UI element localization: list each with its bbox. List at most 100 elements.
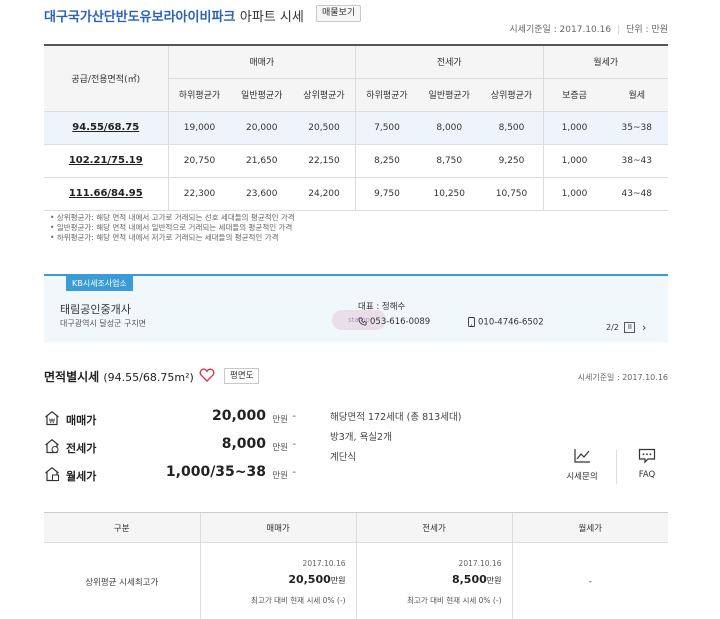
agent-phone-mobile[interactable]: 010-4746-6502 bbox=[468, 317, 544, 328]
monthly-unit: 만원 bbox=[272, 471, 288, 481]
subcol-header: 상위평균가 bbox=[293, 78, 356, 112]
table-cell: 43~48 bbox=[605, 177, 668, 211]
note-item: 상위평균가: 해당 면적 내에서 고가로 거래되는 선호 세대들의 평균적인 가… bbox=[50, 213, 295, 223]
mobile-icon bbox=[468, 317, 475, 327]
jeonse-house-icon bbox=[45, 439, 59, 454]
table-cell: 21,650 bbox=[230, 144, 293, 178]
jeonse-high-value-wrap: 8,500만원 bbox=[452, 573, 502, 586]
sale-value: 20,000 bbox=[211, 408, 266, 424]
jeonse-high-compare: 최고가 대비 현재 시세 0% (-) bbox=[407, 596, 502, 605]
table-cell: 7,500 bbox=[355, 111, 418, 145]
table-cell: 9,750 bbox=[355, 177, 418, 211]
jeonse-change: - bbox=[292, 439, 296, 450]
sale-high-value: 20,500 bbox=[288, 573, 331, 586]
svg-text:₩: ₩ bbox=[49, 418, 55, 425]
sale-change: - bbox=[292, 411, 296, 422]
phone-number: 053-616-0089 bbox=[370, 317, 431, 327]
col-jeonse-header: 전세가 bbox=[355, 512, 512, 543]
col-area-header: 공급/전용면적(㎡) bbox=[44, 44, 168, 112]
table-cell: 10,750 bbox=[480, 177, 543, 211]
area-link[interactable]: 94.55/68.75 bbox=[44, 111, 168, 145]
table-cell: 1,000 bbox=[542, 111, 606, 145]
agent-banner: KB시세조사업소 태림공인중개사 대구광역시 달성군 구지면 stamp 대표 … bbox=[44, 274, 668, 342]
table-cell: 8,500 bbox=[480, 111, 543, 145]
sale-label: 매매가 bbox=[66, 414, 97, 427]
agent-name[interactable]: 태림공인중개사 bbox=[60, 301, 131, 317]
sale-high-value-wrap: 20,500만원 bbox=[288, 573, 345, 586]
sale-high-compare: 최고가 대비 현재 시세 0% (-) bbox=[251, 596, 346, 605]
table-cell: 8,750 bbox=[418, 144, 481, 178]
agent-representative: 대표 : 정해수 bbox=[358, 302, 406, 312]
monthly-label: 월세가 bbox=[66, 470, 97, 483]
structure-info: 계단식 bbox=[330, 452, 357, 463]
note-item: 하위평균가: 해당 면적 내에서 저가로 거래되는 세대들의 평균적인 가격 bbox=[50, 233, 295, 243]
area-link[interactable]: 102.21/75.19 bbox=[44, 144, 168, 178]
unit-label: 단위 : 만원 bbox=[626, 25, 668, 35]
agent-phone-landline[interactable]: 053-616-0089 bbox=[358, 317, 430, 327]
group-jeonse-header: 전세가 bbox=[355, 44, 543, 79]
table-row[interactable]: 94.55/68.75 19,000 20,000 20,500 7,500 8… bbox=[44, 111, 668, 145]
monthly-change: - bbox=[292, 467, 296, 478]
chart-trend-icon bbox=[574, 449, 590, 463]
speech-bubble-icon bbox=[638, 448, 656, 464]
next-arrow-icon[interactable]: › bbox=[642, 322, 646, 333]
agent-tag: KB시세조사업소 bbox=[66, 276, 133, 291]
page-title: 대구국가산단반도유보라아이비파크 아파트 시세 bbox=[44, 6, 304, 25]
divider bbox=[616, 450, 617, 484]
agent-address: 대구광역시 달성군 구지면 bbox=[60, 319, 147, 328]
jeonse-high-cell: 2017.10.16 8,500만원 최고가 대비 현재 시세 0% (-) bbox=[355, 542, 512, 619]
sale-unit: 만원 bbox=[272, 415, 288, 425]
table-cell: 10,250 bbox=[418, 177, 481, 211]
table-cell: 22,300 bbox=[167, 177, 231, 211]
heart-icon[interactable] bbox=[199, 367, 215, 383]
table-cell: 8,000 bbox=[418, 111, 481, 145]
table-row[interactable]: 111.66/84.95 22,300 23,600 24,200 9,750 … bbox=[44, 177, 668, 211]
group-sale-header: 매매가 bbox=[167, 44, 356, 79]
price-notes: 상위평균가: 해당 면적 내에서 고가로 거래되는 선호 세대들의 평균적인 가… bbox=[50, 213, 295, 243]
price-inquiry-button[interactable]: 시세문의 bbox=[560, 448, 604, 482]
subcol-header: 일반평균가 bbox=[418, 78, 481, 112]
subcol-header: 월세 bbox=[605, 78, 668, 112]
sale-high-unit: 만원 bbox=[330, 576, 346, 585]
subcol-header: 보증금 bbox=[542, 78, 606, 112]
high-price-table: 구분 매매가 전세가 월세가 상위평균 시세최고가 2017.10.16 20,… bbox=[44, 512, 668, 619]
table-cell: 38~43 bbox=[605, 144, 668, 178]
table-row: 상위평균 시세최고가 2017.10.16 20,500만원 최고가 대비 현재… bbox=[44, 542, 668, 619]
table-cell: 19,000 bbox=[167, 111, 231, 145]
complex-name: 대구국가산단반도유보라아이비파크 bbox=[44, 10, 236, 25]
jeonse-price-row: 전세가 8,000 만원 - bbox=[44, 436, 304, 458]
table-row[interactable]: 102.21/75.19 20,750 21,650 22,150 8,250 … bbox=[44, 144, 668, 178]
faq-label: FAQ bbox=[638, 470, 656, 480]
table-cell: 1,000 bbox=[542, 144, 606, 178]
phone-number: 010-4746-6502 bbox=[478, 317, 544, 328]
jeonse-unit: 만원 bbox=[272, 443, 288, 453]
group-monthly-header: 월세가 bbox=[542, 44, 668, 79]
title-suffix: 아파트 시세 bbox=[239, 10, 304, 25]
sale-house-icon: ₩ bbox=[45, 411, 59, 426]
sale-price-row: ₩ 매매가 20,000 만원 - bbox=[44, 408, 304, 430]
monthly-value: 1,000/35~38 bbox=[165, 464, 266, 480]
phone-icon bbox=[358, 317, 367, 326]
sale-high-date: 2017.10.16 bbox=[302, 559, 346, 568]
subcol-header: 일반평균가 bbox=[230, 78, 293, 112]
floorplan-button[interactable]: 평면도 bbox=[224, 368, 260, 384]
row-label: 상위평균 시세최고가 bbox=[44, 542, 200, 619]
pause-button[interactable]: II bbox=[624, 322, 636, 333]
col-monthly-header: 월세가 bbox=[511, 512, 668, 543]
table-cell: 9,250 bbox=[480, 144, 543, 178]
monthly-house-icon bbox=[45, 467, 59, 482]
col-category-header: 구분 bbox=[44, 512, 200, 543]
table-cell: 20,750 bbox=[167, 144, 231, 178]
table-cell: 20,500 bbox=[293, 111, 356, 145]
jeonse-high-value: 8,500 bbox=[451, 573, 487, 586]
table-cell: 22,150 bbox=[293, 144, 356, 178]
monthly-price-row: 월세가 1,000/35~38 만원 - bbox=[44, 464, 304, 486]
area-link[interactable]: 111.66/84.95 bbox=[44, 177, 168, 211]
basis-line: 시세기준일 : 2017.10.16 | 단위 : 만원 bbox=[509, 25, 668, 35]
jeonse-high-unit: 만원 bbox=[486, 576, 502, 585]
jeonse-high-date: 2017.10.16 bbox=[458, 559, 502, 568]
note-item: 일반평균가: 해당 면적 내에서 일반적으로 거래되는 세대들의 평균적인 가격 bbox=[50, 223, 295, 233]
pager-count: 2/2 bbox=[606, 323, 619, 332]
listing-button[interactable]: 매물보기 bbox=[316, 5, 362, 22]
faq-button[interactable]: FAQ bbox=[625, 448, 669, 480]
